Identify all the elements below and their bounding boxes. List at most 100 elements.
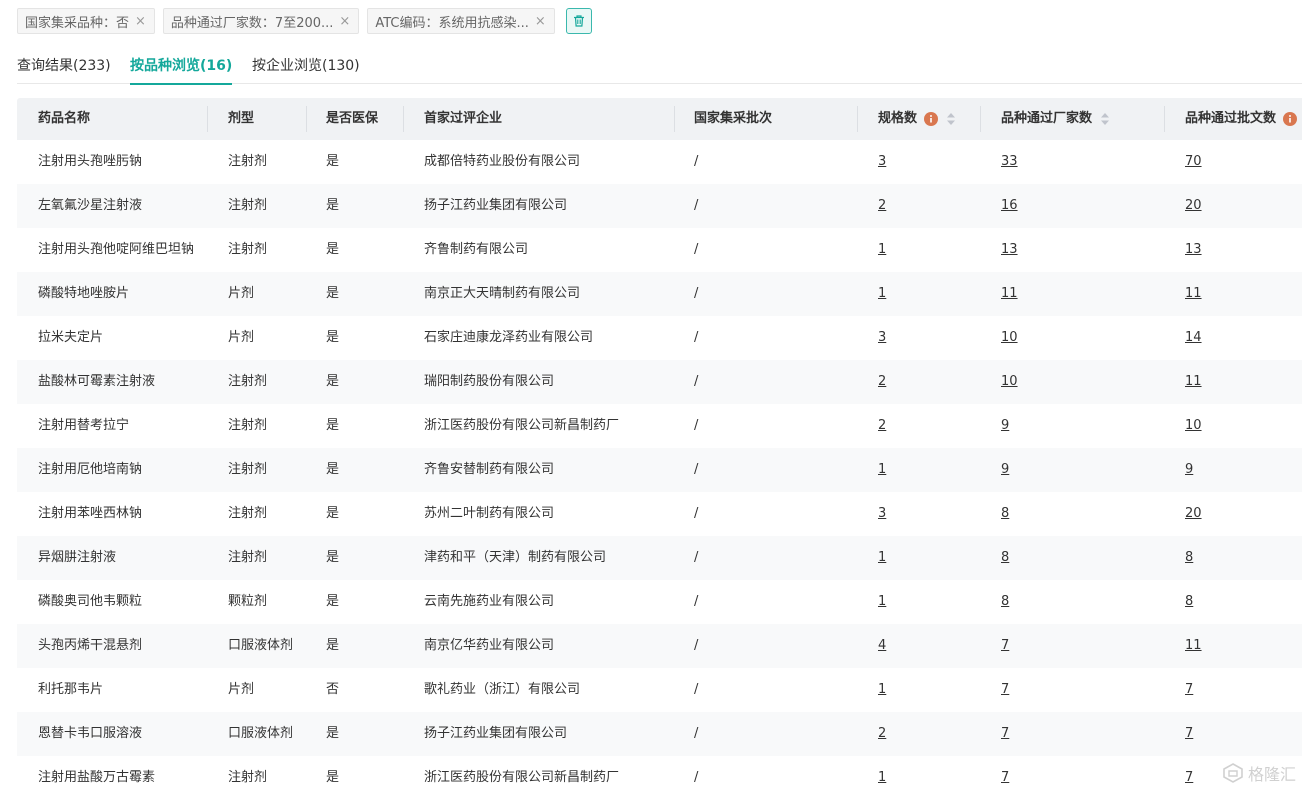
cell-dosage-form: 注射剂 bbox=[228, 140, 267, 184]
approval-count-link[interactable]: 14 bbox=[1185, 316, 1202, 360]
approval-count-link[interactable]: 10 bbox=[1185, 404, 1202, 448]
spec-count-link[interactable]: 3 bbox=[878, 492, 886, 536]
cell-first-company: 南京亿华药业有限公司 bbox=[424, 624, 554, 668]
column-header-drug-name: 药品名称 bbox=[38, 98, 90, 140]
cell-drug-name: 拉米夫定片 bbox=[38, 316, 103, 360]
table-row: 注射用盐酸万古霉素注射剂是浙江医药股份有限公司新昌制药厂/177 bbox=[17, 756, 1302, 800]
table-header: 药品名称 剂型 是否医保 首家过评企业 国家集采批次 规格数 品种通过厂家数 bbox=[17, 98, 1302, 140]
approval-count-link[interactable]: 13 bbox=[1185, 228, 1202, 272]
spec-count-link[interactable]: 1 bbox=[878, 536, 886, 580]
manufacturer-count-link[interactable]: 10 bbox=[1001, 360, 1018, 404]
cell-drug-name: 左氧氟沙星注射液 bbox=[38, 184, 142, 228]
sort-icon[interactable] bbox=[1100, 112, 1110, 126]
filter-chip-atc[interactable]: ATC编码：系统用抗感染... × bbox=[367, 8, 554, 34]
cell-dosage-form: 注射剂 bbox=[228, 448, 267, 492]
cell-insurance: 是 bbox=[326, 624, 339, 668]
cell-drug-name: 注射用盐酸万古霉素 bbox=[38, 756, 155, 800]
filter-chip-manufacturers[interactable]: 品种通过厂家数：7至200... × bbox=[163, 8, 359, 34]
cell-first-company: 成都倍特药业股份有限公司 bbox=[424, 140, 580, 184]
approval-count-link[interactable]: 11 bbox=[1185, 272, 1202, 316]
spec-count-link[interactable]: 2 bbox=[878, 184, 886, 228]
column-divider bbox=[857, 106, 858, 132]
info-icon[interactable] bbox=[1283, 112, 1297, 126]
manufacturer-count-link[interactable]: 7 bbox=[1001, 756, 1009, 800]
info-icon[interactable] bbox=[924, 112, 938, 126]
tab-query-results[interactable]: 查询结果(233) bbox=[17, 48, 111, 84]
manufacturer-count-link[interactable]: 11 bbox=[1001, 272, 1018, 316]
sort-icon[interactable] bbox=[946, 112, 956, 126]
manufacturer-count-link[interactable]: 13 bbox=[1001, 228, 1018, 272]
manufacturer-count-link[interactable]: 10 bbox=[1001, 316, 1018, 360]
table-row: 磷酸奥司他韦颗粒颗粒剂是云南先施药业有限公司/188 bbox=[17, 580, 1302, 624]
column-header-dosage-form: 剂型 bbox=[228, 98, 254, 140]
manufacturer-count-link[interactable]: 9 bbox=[1001, 448, 1009, 492]
cell-drug-name: 磷酸特地唑胺片 bbox=[38, 272, 129, 316]
filter-chip-procurement[interactable]: 国家集采品种：否 × bbox=[17, 8, 155, 34]
cell-dosage-form: 注射剂 bbox=[228, 536, 267, 580]
clear-filters-button[interactable] bbox=[566, 8, 592, 34]
approval-count-link[interactable]: 7 bbox=[1185, 756, 1193, 800]
column-header-approval-count[interactable]: 品种通过批文数 bbox=[1185, 98, 1297, 140]
column-header-manufacturer-count[interactable]: 品种通过厂家数 bbox=[1001, 98, 1110, 140]
spec-count-link[interactable]: 1 bbox=[878, 668, 886, 712]
close-icon[interactable]: × bbox=[339, 14, 350, 29]
cell-drug-name: 恩替卡韦口服溶液 bbox=[38, 712, 142, 756]
manufacturer-count-link[interactable]: 7 bbox=[1001, 624, 1009, 668]
approval-count-link[interactable]: 11 bbox=[1185, 360, 1202, 404]
spec-count-link[interactable]: 1 bbox=[878, 448, 886, 492]
approval-count-link[interactable]: 8 bbox=[1185, 536, 1193, 580]
column-header-spec-count[interactable]: 规格数 bbox=[878, 98, 956, 140]
cell-drug-name: 异烟肼注射液 bbox=[38, 536, 116, 580]
watermark-text: 格隆汇 bbox=[1248, 761, 1296, 785]
spec-count-link[interactable]: 1 bbox=[878, 756, 886, 800]
spec-count-link[interactable]: 2 bbox=[878, 712, 886, 756]
cell-procurement-batch: / bbox=[694, 184, 698, 228]
approval-count-link[interactable]: 9 bbox=[1185, 448, 1193, 492]
table-body: 注射用头孢唑肟钠注射剂是成都倍特药业股份有限公司/33370左氧氟沙星注射液注射… bbox=[17, 140, 1302, 800]
spec-count-link[interactable]: 2 bbox=[878, 404, 886, 448]
approval-count-link[interactable]: 11 bbox=[1185, 624, 1202, 668]
manufacturer-count-link[interactable]: 9 bbox=[1001, 404, 1009, 448]
manufacturer-count-link[interactable]: 7 bbox=[1001, 712, 1009, 756]
spec-count-link[interactable]: 4 bbox=[878, 624, 886, 668]
spec-count-link[interactable]: 2 bbox=[878, 360, 886, 404]
table-row: 左氧氟沙星注射液注射剂是扬子江药业集团有限公司/21620 bbox=[17, 184, 1302, 228]
cell-procurement-batch: / bbox=[694, 756, 698, 800]
cell-drug-name: 盐酸林可霉素注射液 bbox=[38, 360, 155, 404]
column-divider bbox=[403, 106, 404, 132]
cell-insurance: 是 bbox=[326, 756, 339, 800]
manufacturer-count-link[interactable]: 33 bbox=[1001, 140, 1018, 184]
cell-dosage-form: 注射剂 bbox=[228, 492, 267, 536]
cell-dosage-form: 片剂 bbox=[228, 316, 254, 360]
close-icon[interactable]: × bbox=[135, 14, 146, 29]
table-row: 注射用厄他培南钠注射剂是齐鲁安替制药有限公司/199 bbox=[17, 448, 1302, 492]
tab-by-company[interactable]: 按企业浏览(130) bbox=[252, 48, 360, 84]
manufacturer-count-link[interactable]: 8 bbox=[1001, 492, 1009, 536]
approval-count-link[interactable]: 8 bbox=[1185, 580, 1193, 624]
spec-count-link[interactable]: 3 bbox=[878, 316, 886, 360]
spec-count-link[interactable]: 3 bbox=[878, 140, 886, 184]
filter-bar: 国家集采品种：否 × 品种通过厂家数：7至200... × ATC编码：系统用抗… bbox=[17, 8, 592, 34]
close-icon[interactable]: × bbox=[535, 14, 546, 29]
spec-count-link[interactable]: 1 bbox=[878, 228, 886, 272]
column-header-first-company: 首家过评企业 bbox=[424, 98, 502, 140]
approval-count-link[interactable]: 70 bbox=[1185, 140, 1202, 184]
manufacturer-count-link[interactable]: 8 bbox=[1001, 536, 1009, 580]
cell-dosage-form: 片剂 bbox=[228, 272, 254, 316]
cell-insurance: 是 bbox=[326, 448, 339, 492]
manufacturer-count-link[interactable]: 8 bbox=[1001, 580, 1009, 624]
approval-count-link[interactable]: 20 bbox=[1185, 492, 1202, 536]
spec-count-link[interactable]: 1 bbox=[878, 272, 886, 316]
manufacturer-count-link[interactable]: 16 bbox=[1001, 184, 1018, 228]
approval-count-link[interactable]: 7 bbox=[1185, 668, 1193, 712]
approval-count-link[interactable]: 20 bbox=[1185, 184, 1202, 228]
tab-by-variety[interactable]: 按品种浏览(16) bbox=[130, 48, 232, 84]
table-row: 拉米夫定片片剂是石家庄迪康龙泽药业有限公司/31014 bbox=[17, 316, 1302, 360]
manufacturer-count-link[interactable]: 7 bbox=[1001, 668, 1009, 712]
watermark: 格隆汇 bbox=[1222, 761, 1296, 785]
table-row: 注射用苯唑西林钠注射剂是苏州二叶制药有限公司/3820 bbox=[17, 492, 1302, 536]
approval-count-link[interactable]: 7 bbox=[1185, 712, 1193, 756]
spec-count-link[interactable]: 1 bbox=[878, 580, 886, 624]
cell-procurement-batch: / bbox=[694, 140, 698, 184]
cell-dosage-form: 口服液体剂 bbox=[228, 712, 293, 756]
